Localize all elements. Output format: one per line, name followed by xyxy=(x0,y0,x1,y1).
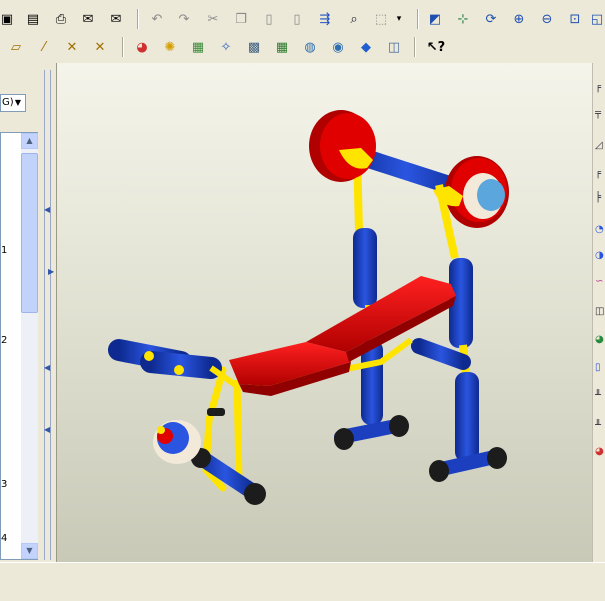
datum-plane-icon[interactable]: ▱ xyxy=(5,36,27,58)
environment-icon[interactable]: ◍ xyxy=(299,36,321,58)
weight-bench-model xyxy=(108,110,509,505)
regenerate-icon[interactable]: ⇶ xyxy=(314,8,336,30)
context-help-icon[interactable]: ↖? xyxy=(423,36,449,58)
splitter-arrow-icon[interactable]: ◀ xyxy=(44,205,50,214)
rib-icon[interactable]: ╒ xyxy=(595,167,605,181)
tree-row-number: 2 xyxy=(1,335,8,346)
send-mail-icon[interactable]: ✉ xyxy=(77,8,99,30)
toolbar-separator xyxy=(137,9,139,29)
select-dropdown-icon[interactable]: ▾ xyxy=(392,8,406,30)
orient-mode-icon[interactable]: ⟳ xyxy=(480,8,502,30)
tree-scrollbar[interactable]: ▲ ▼ xyxy=(21,133,38,559)
splitter-line xyxy=(50,70,51,560)
tree-row-number: 1 xyxy=(1,245,8,256)
tree-filter-combo[interactable]: G) ▼ xyxy=(0,94,26,112)
frame-handle xyxy=(207,408,225,416)
email-attach-icon[interactable]: ✉ xyxy=(105,8,127,30)
bench-frame xyxy=(233,379,243,481)
foot-cap xyxy=(389,415,409,437)
cross-brace xyxy=(411,338,471,370)
graphics-window[interactable] xyxy=(56,63,592,562)
save-icon[interactable]: ▤ xyxy=(22,8,44,30)
merge-icon[interactable]: ╨ xyxy=(595,419,605,433)
splitter-arrow-icon[interactable]: ◀ xyxy=(44,425,50,434)
small-weight-knob xyxy=(157,426,165,434)
tree-row-number: 3 xyxy=(1,479,8,490)
spin-center-icon[interactable]: ⊹ xyxy=(452,8,474,30)
foot-cap xyxy=(429,460,449,482)
foot-cap xyxy=(487,447,507,469)
render-window-icon[interactable]: ▩ xyxy=(243,36,265,58)
light-icon[interactable]: ✺ xyxy=(159,36,181,58)
reorient-icon[interactable]: ◱ xyxy=(589,8,605,30)
pad-pin xyxy=(144,351,154,361)
toolbar-separator xyxy=(122,37,124,57)
foot-cap xyxy=(244,483,266,505)
round-icon[interactable]: ◔ xyxy=(595,223,605,237)
splitter-arrow-icon[interactable]: ◀ xyxy=(44,363,50,372)
cut-icon[interactable]: ✂ xyxy=(202,8,224,30)
scrollbar-thumb[interactable] xyxy=(21,153,38,313)
sketch-icon[interactable]: ╒ xyxy=(595,81,605,95)
barbell-end-cap xyxy=(477,179,505,211)
upright-padding xyxy=(353,228,377,308)
coordinate-system-icon[interactable]: ✕ xyxy=(89,36,111,58)
model-tree-panel: G) ▼ 1 2 3 4 ▲ ▼ xyxy=(0,90,40,560)
status-bar xyxy=(0,562,605,601)
photo-icon[interactable]: ◉ xyxy=(327,36,349,58)
chamfer-icon[interactable]: ◑ xyxy=(595,249,605,263)
datum-render-toolbar: ▱ ⁄ ✕ ✕ ◕ ✺ ▦ ✧ ▩ ▦ ◍ ◉ ◆ ◫ ↖? xyxy=(0,36,605,62)
pattern-icon[interactable]: ▯ xyxy=(595,361,605,375)
redraw-icon[interactable]: ◩ xyxy=(424,8,446,30)
splitter-line xyxy=(44,70,45,560)
datum-axis-icon[interactable]: ⁄ xyxy=(33,36,55,58)
surface-icon[interactable]: ◕ xyxy=(595,333,605,347)
hole-icon[interactable]: ╤ xyxy=(595,107,605,121)
print-icon[interactable]: ⎙ xyxy=(50,8,72,30)
pad-pin xyxy=(174,365,184,375)
shell-icon[interactable]: ◿ xyxy=(595,139,605,153)
right-feature-toolbar: ╒ ╤ ◿ ╒ ╞ ◔ ◑ ∽ ◫ ◕ ▯ ╨ ╨ ◕ xyxy=(592,63,605,562)
zoom-in-icon[interactable]: ⊕ xyxy=(508,8,530,30)
redo-icon[interactable]: ↷ xyxy=(173,8,195,30)
copy-icon[interactable]: ❐ xyxy=(230,8,252,30)
datum-point-icon[interactable]: ✕ xyxy=(61,36,83,58)
find-icon[interactable]: ⌕ xyxy=(343,8,365,30)
toolbar-separator xyxy=(414,37,416,57)
toolbar-separator xyxy=(417,9,419,29)
select-box-icon[interactable]: ⬚ xyxy=(370,8,392,30)
appearance-icon[interactable]: ◕ xyxy=(131,36,153,58)
model-display-icon[interactable]: ◫ xyxy=(383,36,405,58)
scroll-up-icon[interactable]: ▲ xyxy=(21,133,38,149)
panel-splitter[interactable]: ◀ ▶ ◀ ◀ xyxy=(42,70,54,560)
scroll-down-icon[interactable]: ▼ xyxy=(21,543,38,559)
upright-padding xyxy=(455,372,479,462)
tree-row-number: 4 xyxy=(1,533,8,544)
splitter-arrow-icon[interactable]: ▶ xyxy=(48,267,54,276)
sweep-icon[interactable]: ∽ xyxy=(595,275,605,289)
blend-icon[interactable]: ◫ xyxy=(595,305,605,319)
model-tree[interactable]: 1 2 3 4 ▲ ▼ xyxy=(0,132,38,560)
analysis-icon[interactable]: ◕ xyxy=(595,445,605,459)
zoom-out-icon[interactable]: ⊖ xyxy=(536,8,558,30)
paste-special-icon[interactable]: ▯ xyxy=(286,8,308,30)
mirror-icon[interactable]: ╨ xyxy=(595,389,605,403)
shading-icon[interactable]: ◆ xyxy=(355,36,377,58)
foot-cap xyxy=(334,428,354,450)
paste-icon[interactable]: ▯ xyxy=(258,8,280,30)
chevron-down-icon[interactable]: ▼ xyxy=(12,97,24,109)
new-window-icon[interactable]: ▣ xyxy=(0,8,18,30)
refit-icon[interactable]: ⊡ xyxy=(564,8,586,30)
render-tool-icon[interactable]: ✧ xyxy=(215,36,237,58)
room-editor-icon[interactable]: ▦ xyxy=(271,36,293,58)
main-toolbar: ▣ ▤ ⎙ ✉ ✉ ↶ ↷ ✂ ❐ ▯ ▯ ⇶ ⌕ ⬚ ▾ ◩ ⊹ ⟳ ⊕ ⊖ … xyxy=(0,8,605,34)
scene-icon[interactable]: ▦ xyxy=(187,36,209,58)
weight-plate-face xyxy=(320,113,376,179)
draft-icon[interactable]: ╞ xyxy=(595,191,605,205)
undo-icon[interactable]: ↶ xyxy=(146,8,168,30)
